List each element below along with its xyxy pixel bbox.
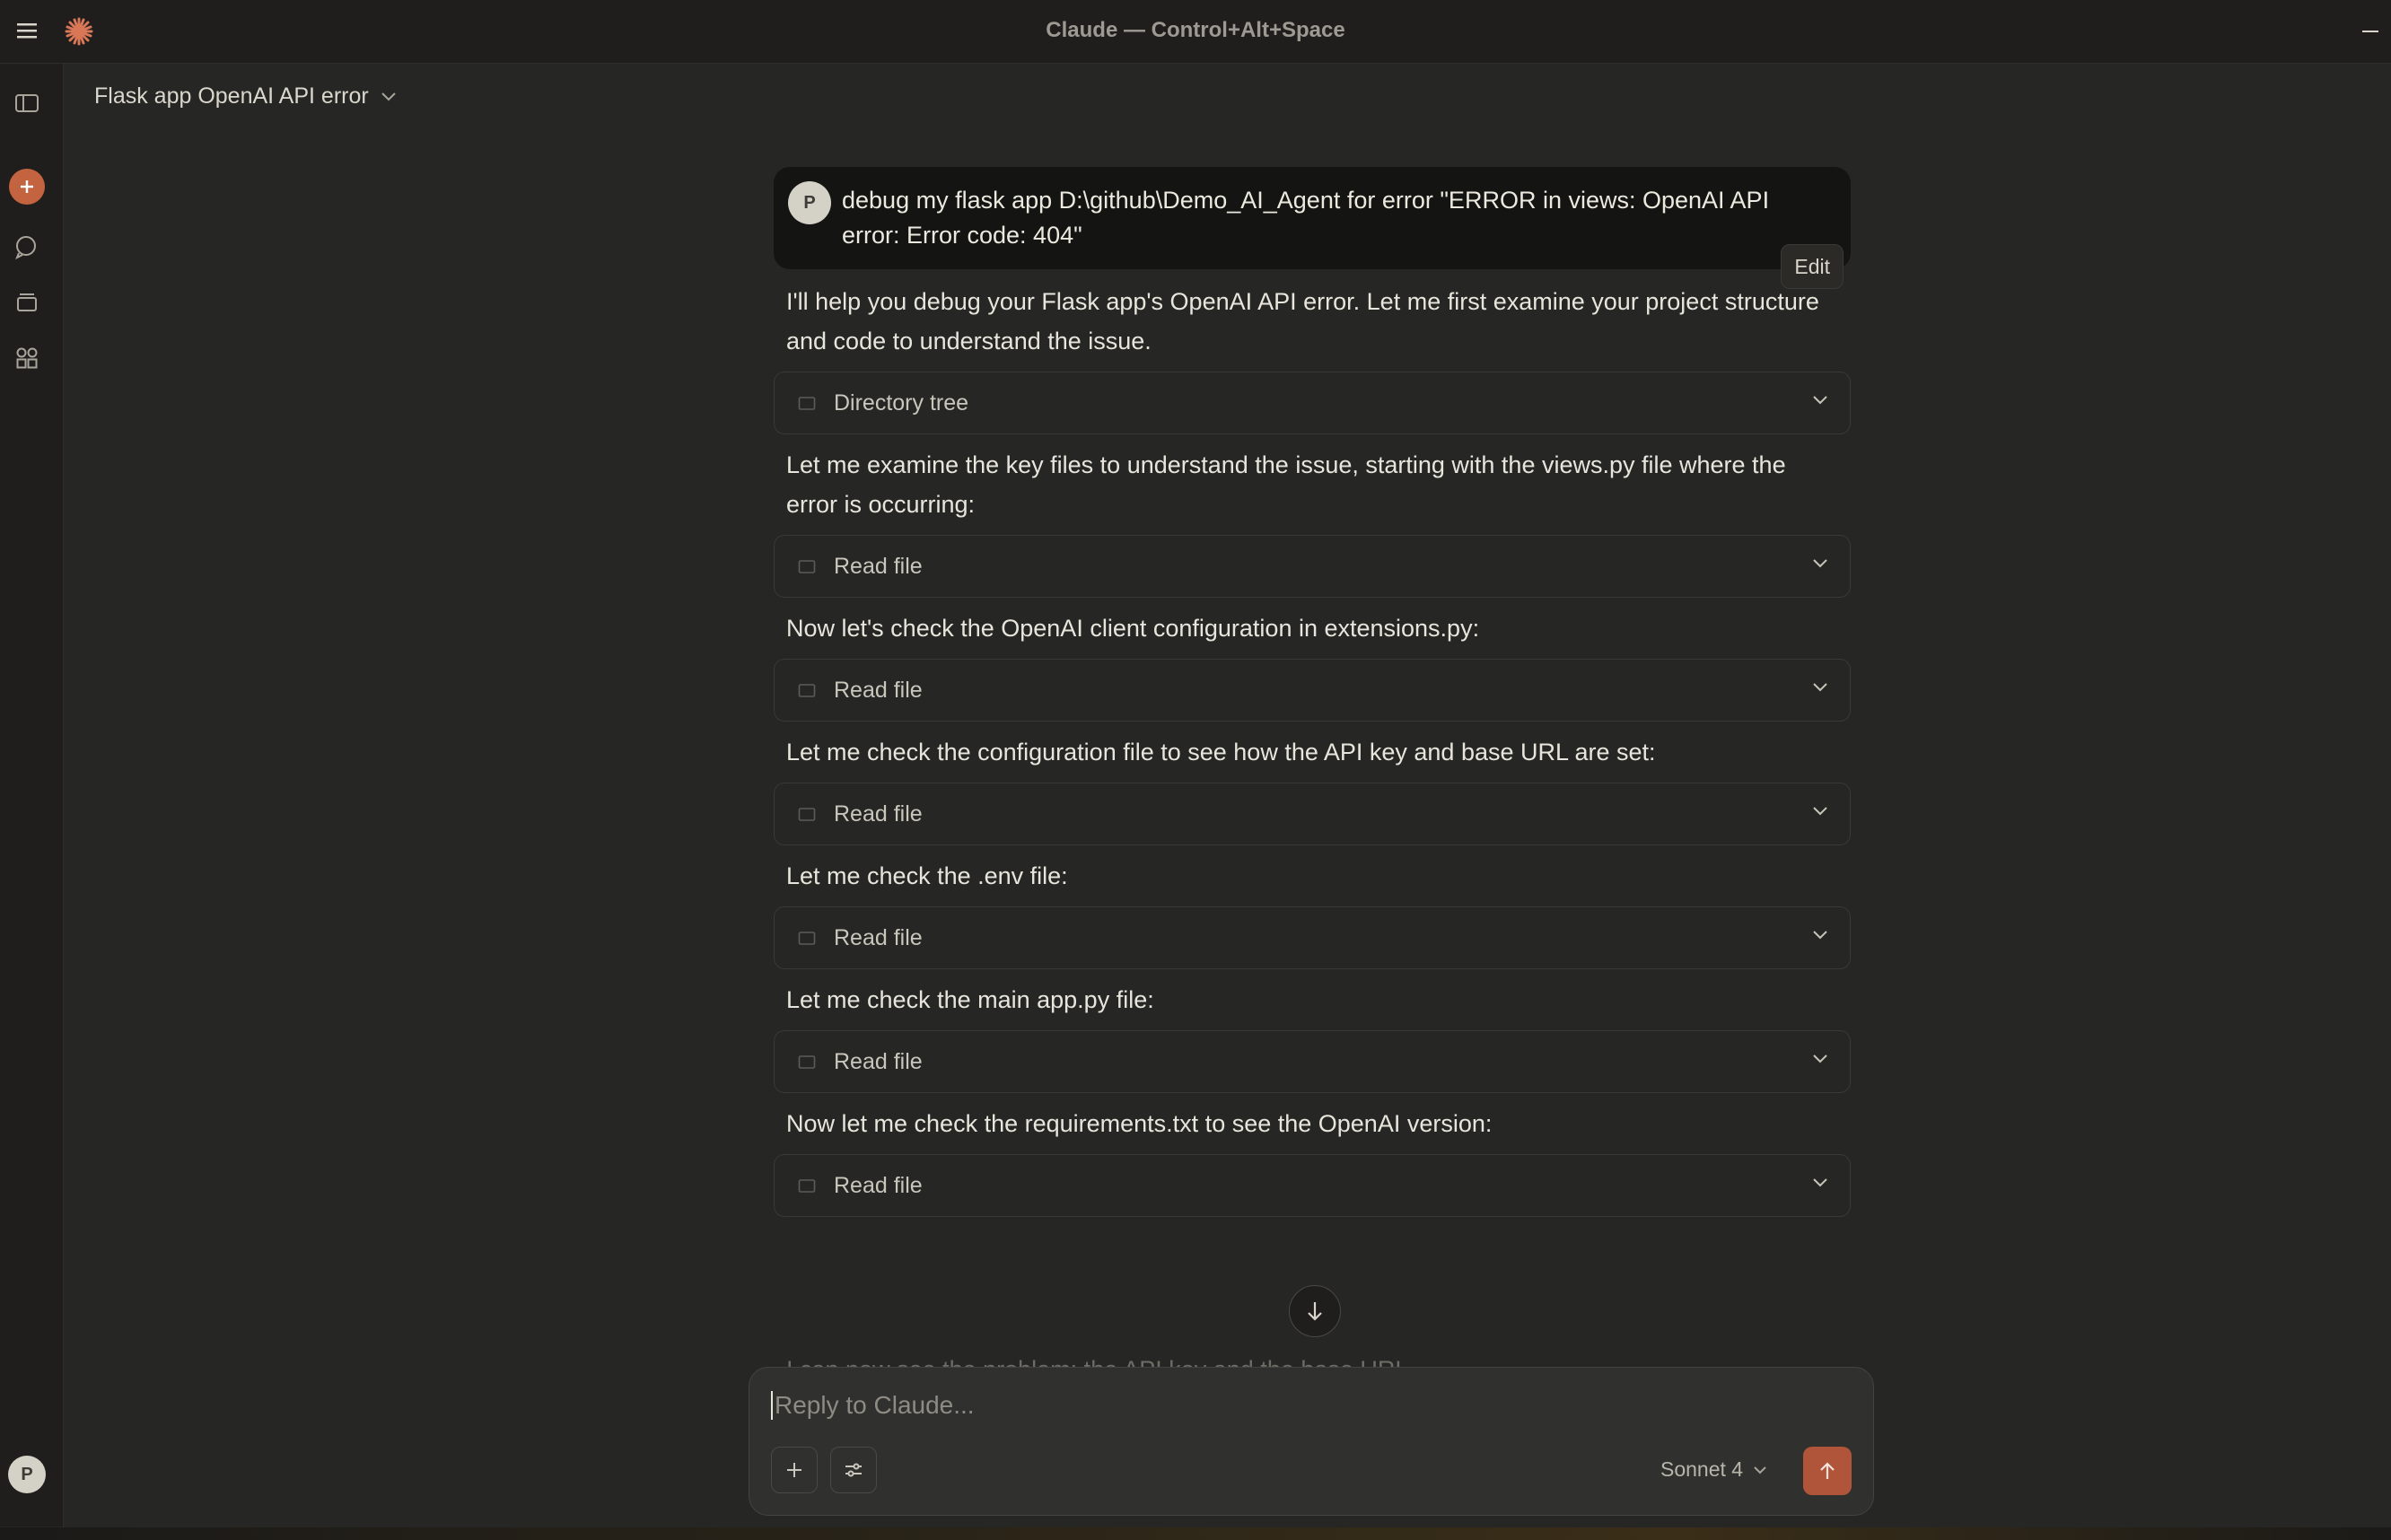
arrow-down-icon [1308, 1302, 1322, 1321]
tool-icon [798, 806, 816, 827]
chevron-down-icon [1810, 557, 1830, 574]
title-bar: Claude — Control+Alt+Space [0, 0, 2391, 64]
sliders-icon [845, 1463, 862, 1477]
conversation-title[interactable]: Flask app OpenAI API error [94, 83, 398, 109]
taskbar-strip [0, 1527, 2391, 1540]
tools-button[interactable] [830, 1447, 877, 1493]
arrow-up-icon [1820, 1462, 1835, 1479]
edit-button[interactable]: Edit [1781, 244, 1844, 289]
tool-label: Read file [834, 1049, 923, 1074]
projects-icon[interactable] [11, 286, 43, 319]
tool-call-read-file[interactable]: Read file [774, 783, 1851, 845]
assistant-text: Now let's check the OpenAI client config… [786, 615, 1480, 642]
tool-icon [798, 395, 816, 416]
assistant-text: I'll help you debug your Flask app's Ope… [786, 288, 1819, 354]
tool-call-read-file[interactable]: Read file [774, 1154, 1851, 1217]
user-message: P debug my flask app D:\github\Demo_AI_A… [774, 167, 1851, 289]
tool-call-directory-tree[interactable]: Directory tree [774, 372, 1851, 434]
tool-label: Read file [834, 1173, 923, 1198]
user-message-avatar: P [788, 181, 831, 224]
chevron-down-icon [1810, 394, 1830, 411]
model-selector[interactable]: Sonnet 4 [1660, 1457, 1768, 1482]
tool-label: Read file [834, 801, 923, 827]
conversation-title-text: Flask app OpenAI API error [94, 83, 369, 109]
assistant-text: Let me examine the key files to understa… [786, 451, 1786, 518]
tool-call-read-file[interactable]: Read file [774, 1030, 1851, 1093]
tool-icon [798, 930, 816, 950]
tool-icon [798, 1177, 816, 1198]
assistant-text: Let me check the configuration file to s… [786, 739, 1656, 766]
tool-label: Read file [834, 925, 923, 950]
user-message-text: debug my flask app D:\github\Demo_AI_Age… [842, 187, 1770, 249]
assistant-text: Let me check the main app.py file: [786, 986, 1154, 1013]
add-attachment-button[interactable] [771, 1447, 818, 1493]
minimize-icon[interactable] [2357, 18, 2384, 45]
scroll-to-bottom-button[interactable] [1289, 1285, 1341, 1337]
toggle-sidebar-icon[interactable] [11, 87, 43, 119]
tool-icon [798, 1054, 816, 1074]
chats-icon[interactable] [11, 231, 43, 263]
tool-call-read-file[interactable]: Read file [774, 906, 1851, 969]
chevron-down-icon [381, 92, 396, 101]
user-avatar[interactable]: P [8, 1456, 46, 1493]
chevron-down-icon [1810, 805, 1830, 822]
chevron-down-icon [1754, 1466, 1766, 1474]
tool-icon [798, 682, 816, 703]
assistant-text: Let me check the .env file: [786, 862, 1068, 889]
artifacts-icon[interactable] [11, 342, 43, 374]
window-title: Claude — Control+Alt+Space [1046, 18, 1345, 42]
reply-input[interactable]: Reply to Claude... [771, 1391, 975, 1420]
tool-icon [798, 558, 816, 579]
chevron-down-icon [1810, 1053, 1830, 1070]
tool-call-read-file[interactable]: Read file [774, 535, 1851, 598]
plus-icon [787, 1463, 801, 1477]
assistant-text: Now let me check the requirements.txt to… [786, 1110, 1493, 1137]
new-chat-button[interactable] [9, 169, 45, 205]
chevron-down-icon [1810, 929, 1830, 946]
send-button[interactable] [1803, 1447, 1852, 1495]
assistant-response: I'll help you debug your Flask app's Ope… [774, 282, 1851, 1217]
chat-thread: P debug my flask app D:\github\Demo_AI_A… [774, 167, 1851, 1217]
tool-call-read-file[interactable]: Read file [774, 659, 1851, 722]
model-name: Sonnet 4 [1660, 1457, 1744, 1481]
chevron-down-icon [1810, 1177, 1830, 1194]
composer: Reply to Claude... Sonnet 4 [749, 1367, 1874, 1516]
tool-label: Read file [834, 554, 923, 579]
tool-label: Read file [834, 678, 923, 703]
sidebar: P [0, 64, 64, 1527]
tool-label: Directory tree [834, 390, 969, 416]
chevron-down-icon [1810, 681, 1830, 698]
